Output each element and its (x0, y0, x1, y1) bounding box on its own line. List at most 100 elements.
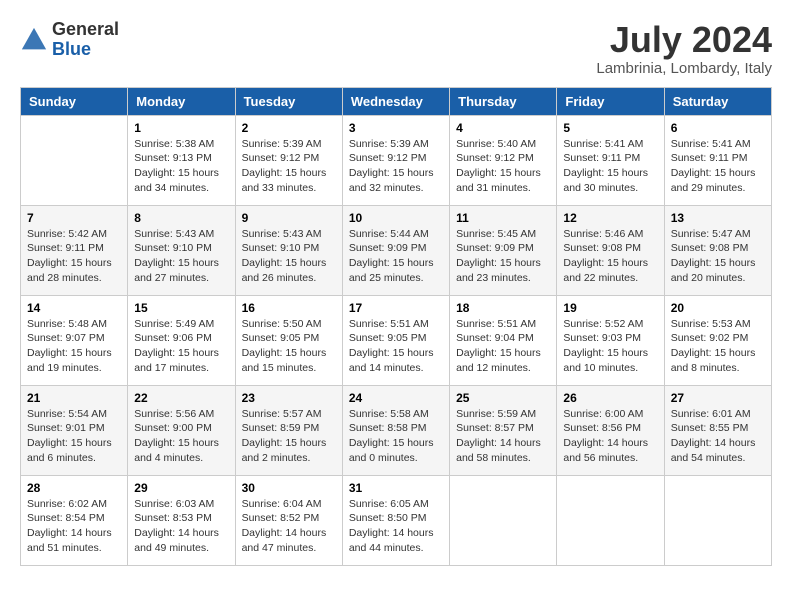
day-info: Sunrise: 6:01 AMSunset: 8:55 PMDaylight:… (671, 407, 765, 466)
day-info: Sunrise: 5:46 AMSunset: 9:08 PMDaylight:… (563, 227, 657, 286)
day-info: Sunrise: 6:05 AMSunset: 8:50 PMDaylight:… (349, 497, 443, 556)
calendar-day-cell: 24Sunrise: 5:58 AMSunset: 8:58 PMDayligh… (342, 385, 449, 475)
day-info: Sunrise: 5:56 AMSunset: 9:00 PMDaylight:… (134, 407, 228, 466)
day-info: Sunrise: 6:04 AMSunset: 8:52 PMDaylight:… (242, 497, 336, 556)
empty-cell (450, 475, 557, 565)
day-info: Sunrise: 5:53 AMSunset: 9:02 PMDaylight:… (671, 317, 765, 376)
day-info: Sunrise: 5:39 AMSunset: 9:12 PMDaylight:… (242, 137, 336, 196)
day-info: Sunrise: 5:49 AMSunset: 9:06 PMDaylight:… (134, 317, 228, 376)
calendar-header-row: SundayMondayTuesdayWednesdayThursdayFrid… (21, 87, 772, 115)
column-header-monday: Monday (128, 87, 235, 115)
day-number: 7 (27, 211, 121, 225)
page-header: General Blue July 2024 Lambrinia, Lombar… (20, 20, 772, 77)
day-info: Sunrise: 5:38 AMSunset: 9:13 PMDaylight:… (134, 137, 228, 196)
day-number: 4 (456, 121, 550, 135)
day-info: Sunrise: 5:43 AMSunset: 9:10 PMDaylight:… (134, 227, 228, 286)
calendar-day-cell: 25 Sunrise: 5:59 AMSunset: 8:57 PMDayligh… (450, 385, 557, 475)
day-number: 14 (27, 301, 121, 315)
day-number: 12 (563, 211, 657, 225)
day-number: 25 (456, 391, 550, 405)
day-number: 1 (134, 121, 228, 135)
calendar-table: SundayMondayTuesdayWednesdayThursdayFrid… (20, 87, 772, 566)
logo-blue: Blue (52, 39, 91, 59)
day-number: 8 (134, 211, 228, 225)
day-number: 3 (349, 121, 443, 135)
day-info: Sunrise: 5:45 AMSunset: 9:09 PMDaylight:… (456, 227, 550, 286)
logo-text: General Blue (52, 20, 119, 60)
day-number: 23 (242, 391, 336, 405)
calendar-day-cell: 7 Sunrise: 5:42 AMSunset: 9:11 PMDaylight… (21, 205, 128, 295)
title-block: July 2024 Lambrinia, Lombardy, Italy (596, 20, 772, 77)
calendar-day-cell: 14 Sunrise: 5:48 AMSunset: 9:07 PMDayligh… (21, 295, 128, 385)
column-header-thursday: Thursday (450, 87, 557, 115)
day-info: Sunrise: 5:48 AMSunset: 9:07 PMDaylight:… (27, 317, 121, 376)
calendar-day-cell: 4 Sunrise: 5:40 AMSunset: 9:12 PMDaylight… (450, 115, 557, 205)
calendar-day-cell: 5Sunrise: 5:41 AMSunset: 9:11 PMDaylight… (557, 115, 664, 205)
logo-icon (20, 26, 48, 54)
day-number: 28 (27, 481, 121, 495)
day-info: Sunrise: 6:00 AMSunset: 8:56 PMDaylight:… (563, 407, 657, 466)
day-info: Sunrise: 5:51 AMSunset: 9:05 PMDaylight:… (349, 317, 443, 376)
calendar-day-cell: 9Sunrise: 5:43 AMSunset: 9:10 PMDaylight… (235, 205, 342, 295)
calendar-day-cell: 21 Sunrise: 5:54 AMSunset: 9:01 PMDayligh… (21, 385, 128, 475)
day-info: Sunrise: 6:02 AMSunset: 8:54 PMDaylight:… (27, 497, 121, 556)
empty-cell (664, 475, 771, 565)
calendar-day-cell: 15 Sunrise: 5:49 AMSunset: 9:06 PMDayligh… (128, 295, 235, 385)
calendar-day-cell: 30 Sunrise: 6:04 AMSunset: 8:52 PMDayligh… (235, 475, 342, 565)
calendar-day-cell: 22 Sunrise: 5:56 AMSunset: 9:00 PMDayligh… (128, 385, 235, 475)
calendar-week-row: 21 Sunrise: 5:54 AMSunset: 9:01 PMDayligh… (21, 385, 772, 475)
day-number: 18 (456, 301, 550, 315)
day-info: Sunrise: 5:54 AMSunset: 9:01 PMDaylight:… (27, 407, 121, 466)
day-number: 29 (134, 481, 228, 495)
calendar-day-cell: 12 Sunrise: 5:46 AMSunset: 9:08 PMDayligh… (557, 205, 664, 295)
logo: General Blue (20, 20, 119, 60)
calendar-day-cell: 2 Sunrise: 5:39 AMSunset: 9:12 PMDaylight… (235, 115, 342, 205)
day-number: 19 (563, 301, 657, 315)
calendar-day-cell: 28 Sunrise: 6:02 AMSunset: 8:54 PMDayligh… (21, 475, 128, 565)
calendar-day-cell: 18 Sunrise: 5:51 AMSunset: 9:04 PMDayligh… (450, 295, 557, 385)
month-title: July 2024 (596, 20, 772, 60)
day-number: 16 (242, 301, 336, 315)
day-number: 20 (671, 301, 765, 315)
calendar-day-cell: 6Sunrise: 5:41 AMSunset: 9:11 PMDaylight… (664, 115, 771, 205)
calendar-day-cell: 10 Sunrise: 5:44 AMSunset: 9:09 PMDayligh… (342, 205, 449, 295)
day-number: 9 (242, 211, 336, 225)
day-info: Sunrise: 5:40 AMSunset: 9:12 PMDaylight:… (456, 137, 550, 196)
day-info: Sunrise: 5:42 AMSunset: 9:11 PMDaylight:… (27, 227, 121, 286)
day-number: 10 (349, 211, 443, 225)
calendar-week-row: 14 Sunrise: 5:48 AMSunset: 9:07 PMDayligh… (21, 295, 772, 385)
column-header-sunday: Sunday (21, 87, 128, 115)
logo-general: General (52, 19, 119, 39)
calendar-day-cell: 1 Sunrise: 5:38 AMSunset: 9:13 PMDaylight… (128, 115, 235, 205)
calendar-day-cell: 26 Sunrise: 6:00 AMSunset: 8:56 PMDayligh… (557, 385, 664, 475)
day-number: 30 (242, 481, 336, 495)
calendar-week-row: 28 Sunrise: 6:02 AMSunset: 8:54 PMDayligh… (21, 475, 772, 565)
day-number: 26 (563, 391, 657, 405)
day-info: Sunrise: 5:58 AMSunset: 8:58 PMDaylight:… (349, 407, 443, 466)
column-header-friday: Friday (557, 87, 664, 115)
calendar-day-cell: 3Sunrise: 5:39 AMSunset: 9:12 PMDaylight… (342, 115, 449, 205)
day-info: Sunrise: 5:44 AMSunset: 9:09 PMDaylight:… (349, 227, 443, 286)
day-number: 31 (349, 481, 443, 495)
day-number: 22 (134, 391, 228, 405)
day-number: 2 (242, 121, 336, 135)
day-info: Sunrise: 5:59 AMSunset: 8:57 PMDaylight:… (456, 407, 550, 466)
day-info: Sunrise: 5:47 AMSunset: 9:08 PMDaylight:… (671, 227, 765, 286)
location: Lambrinia, Lombardy, Italy (596, 60, 772, 77)
day-number: 15 (134, 301, 228, 315)
calendar-day-cell: 19Sunrise: 5:52 AMSunset: 9:03 PMDayligh… (557, 295, 664, 385)
day-info: Sunrise: 5:41 AMSunset: 9:11 PMDaylight:… (563, 137, 657, 196)
day-number: 17 (349, 301, 443, 315)
day-number: 27 (671, 391, 765, 405)
calendar-day-cell: 17 Sunrise: 5:51 AMSunset: 9:05 PMDayligh… (342, 295, 449, 385)
empty-cell (557, 475, 664, 565)
day-number: 21 (27, 391, 121, 405)
calendar-day-cell: 20 Sunrise: 5:53 AMSunset: 9:02 PMDayligh… (664, 295, 771, 385)
calendar-day-cell: 23 Sunrise: 5:57 AMSunset: 8:59 PMDayligh… (235, 385, 342, 475)
day-info: Sunrise: 5:51 AMSunset: 9:04 PMDaylight:… (456, 317, 550, 376)
calendar-day-cell: 31 Sunrise: 6:05 AMSunset: 8:50 PMDayligh… (342, 475, 449, 565)
calendar-day-cell: 8 Sunrise: 5:43 AMSunset: 9:10 PMDaylight… (128, 205, 235, 295)
day-info: Sunrise: 5:57 AMSunset: 8:59 PMDaylight:… (242, 407, 336, 466)
column-header-wednesday: Wednesday (342, 87, 449, 115)
column-header-saturday: Saturday (664, 87, 771, 115)
